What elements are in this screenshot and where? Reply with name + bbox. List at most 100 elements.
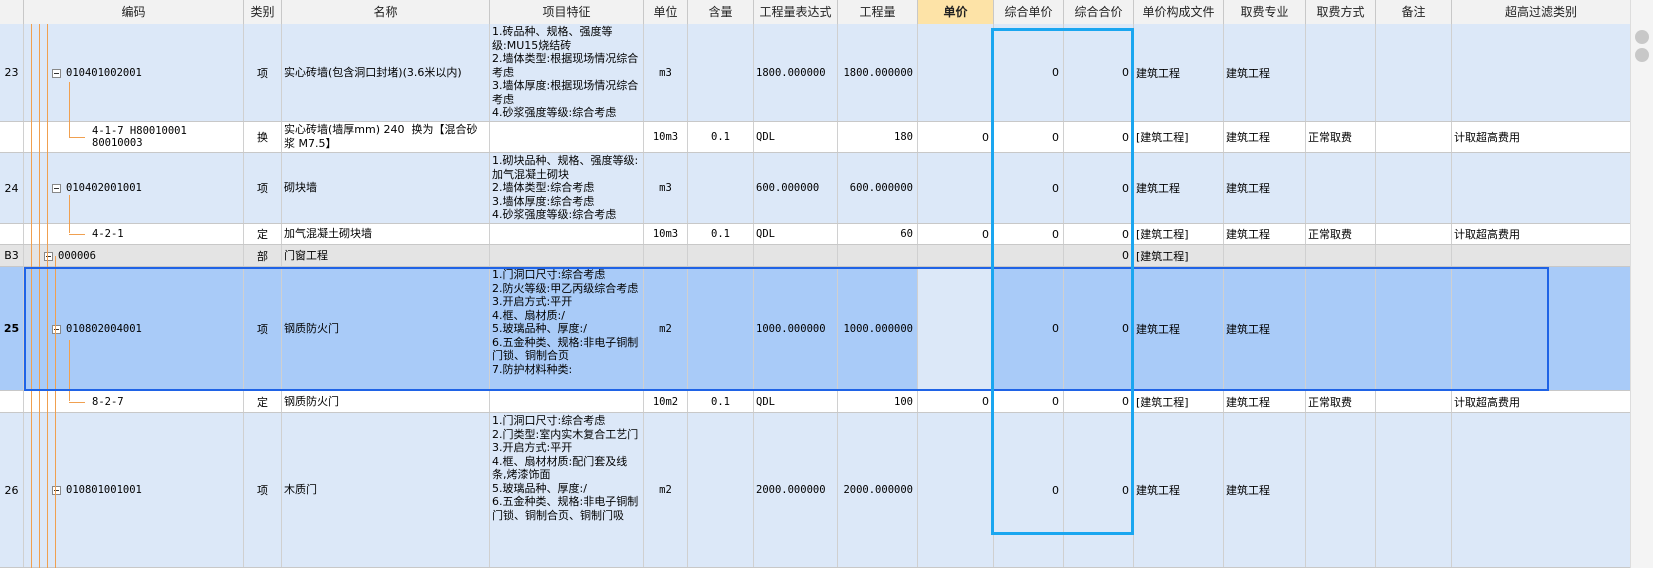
cell-quantity[interactable]: 600.000000 [838,153,918,223]
table-row[interactable]: 4-2-1 定 加气混凝土砌块墙 10m3 0.1 QDL 60 0 0 0 [建筑工程] 建筑工程 正… [0,224,1631,245]
header-unit-total[interactable]: 综合单价 [994,0,1064,24]
cell-content[interactable] [688,153,754,223]
cell-fee-method[interactable] [1306,24,1376,121]
cell-total[interactable]: 0 [1064,224,1134,244]
cell-fee-method[interactable] [1306,153,1376,223]
cell-quantity[interactable]: 100 [838,391,918,412]
cell-category[interactable]: 项 [244,153,282,223]
cell-unit[interactable]: 10m3 [644,224,688,244]
header-name[interactable]: 名称 [282,0,490,24]
cell-row-number[interactable]: 26 [0,413,24,567]
cell-quantity[interactable] [838,245,918,266]
cell-overheight-filter[interactable] [1452,153,1631,223]
cell-feature[interactable]: 1.砌块品种、规格、强度等级:加气混凝土砌块 2.墙体类型:综合考虑 3.墙体厚… [490,153,644,223]
cell-price[interactable]: 0 [918,391,994,412]
cell-remark[interactable] [1376,153,1452,223]
collapse-icon[interactable] [52,486,61,495]
cell-overheight-filter[interactable]: 计取超高费用 [1452,122,1631,152]
cell-quantity-expression[interactable]: 2000.000000 [754,413,838,567]
cell-category[interactable]: 项 [244,267,282,390]
cell-quantity-expression[interactable]: QDL [754,391,838,412]
cell-overheight-filter[interactable] [1452,24,1631,121]
cell-feature[interactable]: 1.门洞口尺寸:综合考虑 2.门类型:室内实木复合工艺门 3.开启方式:平开 4… [490,413,644,567]
cell-fee-major[interactable]: 建筑工程 [1224,122,1306,152]
cell-row-number[interactable] [0,122,24,152]
cell-code[interactable]: 4-2-1 [24,224,244,244]
cell-unit-total[interactable]: 0 [994,224,1064,244]
cell-category[interactable]: 定 [244,391,282,412]
cell-price[interactable] [918,267,994,390]
header-remark[interactable]: 备注 [1376,0,1452,24]
scroll-down-icon[interactable] [1635,48,1649,62]
cell-row-number[interactable]: 23 [0,24,24,121]
header-feature[interactable]: 项目特征 [490,0,644,24]
cell-unit-total[interactable]: 0 [994,122,1064,152]
cell-remark[interactable] [1376,245,1452,266]
cell-row-number[interactable]: 24 [0,153,24,223]
cell-category[interactable]: 换 [244,122,282,152]
cell-quantity-expression[interactable] [754,245,838,266]
cell-code[interactable]: 010801001001 [24,413,244,567]
table-row[interactable]: 23 010401002001 项 实心砖墙(包含洞口封堵)(3.6米以内) 1.砖品种… [0,24,1631,122]
header-price-file[interactable]: 单价构成文件 [1134,0,1224,24]
table-row[interactable]: 26 010801001001 项 木质门 1.门洞口尺寸:综合考虑 2.门类型:室内实… [0,413,1631,568]
cell-remark[interactable] [1376,391,1452,412]
header-fee-major[interactable]: 取费专业 [1224,0,1306,24]
header-overheight-filter[interactable]: 超高过滤类别 [1452,0,1631,24]
cell-unit-total[interactable]: 0 [994,391,1064,412]
cell-remark[interactable] [1376,413,1452,567]
cell-category[interactable]: 项 [244,413,282,567]
cell-fee-major[interactable]: 建筑工程 [1224,413,1306,567]
cell-name[interactable]: 砌块墙 [282,153,490,223]
cell-quantity[interactable]: 60 [838,224,918,244]
cell-remark[interactable] [1376,24,1452,121]
cell-fee-method[interactable]: 正常取费 [1306,391,1376,412]
cell-code[interactable]: 010802004001 [24,267,244,390]
cell-code[interactable]: 000006 [24,245,244,266]
cell-quantity-expression[interactable]: 1000.000000 [754,267,838,390]
cell-quantity[interactable]: 1000.000000 [838,267,918,390]
cell-unit-total[interactable] [994,245,1064,266]
cell-content[interactable] [688,24,754,121]
cell-code[interactable]: 010401002001 [24,24,244,121]
cell-price-file[interactable]: 建筑工程 [1134,153,1224,223]
cell-unit-total[interactable]: 0 [994,153,1064,223]
cell-name[interactable]: 钢质防火门 [282,267,490,390]
header-price[interactable]: 单价 [918,0,994,24]
cell-unit-total[interactable]: 0 [994,24,1064,121]
cell-fee-major[interactable] [1224,245,1306,266]
cell-unit-total[interactable]: 0 [994,267,1064,390]
table-row[interactable]: B3 000006 部 门窗工程 0 [建筑工程] [0,245,1631,267]
cell-price-file[interactable]: 建筑工程 [1134,24,1224,121]
header-category[interactable]: 类别 [244,0,282,24]
cell-quantity-expression[interactable]: 600.000000 [754,153,838,223]
cell-remark[interactable] [1376,224,1452,244]
cell-unit[interactable]: 10m3 [644,122,688,152]
cell-price-file[interactable]: 建筑工程 [1134,267,1224,390]
cell-overheight-filter[interactable] [1452,413,1631,567]
cell-fee-major[interactable]: 建筑工程 [1224,267,1306,390]
cell-fee-major[interactable]: 建筑工程 [1224,391,1306,412]
cell-total[interactable]: 0 [1064,267,1134,390]
header-quantity-expression[interactable]: 工程量表达式 [754,0,838,24]
header-total[interactable]: 综合合价 [1064,0,1134,24]
cell-feature[interactable] [490,224,644,244]
cell-content[interactable]: 0.1 [688,224,754,244]
cell-category[interactable]: 项 [244,24,282,121]
cell-category[interactable]: 部 [244,245,282,266]
cell-total[interactable]: 0 [1064,413,1134,567]
cell-row-number[interactable]: B3 [0,245,24,266]
cell-price-file[interactable]: [建筑工程] [1134,391,1224,412]
cell-unit[interactable]: 10m2 [644,391,688,412]
cell-unit[interactable]: m3 [644,24,688,121]
collapse-icon[interactable] [52,324,61,334]
header-content[interactable]: 含量 [688,0,754,24]
cell-price[interactable]: 0 [918,122,994,152]
cell-overheight-filter[interactable] [1452,245,1631,266]
cell-feature[interactable] [490,245,644,266]
cell-fee-major[interactable]: 建筑工程 [1224,24,1306,121]
cell-price-file[interactable]: [建筑工程] [1134,122,1224,152]
cell-feature[interactable]: 1.砖品种、规格、强度等级:MU15烧结砖 2.墙体类型:根据现场情况综合考虑 … [490,24,644,121]
cell-quantity-expression[interactable]: QDL [754,122,838,152]
cell-name[interactable]: 实心砖墙(墙厚mm) 240 换为【混合砂浆 M7.5】 [282,122,490,152]
